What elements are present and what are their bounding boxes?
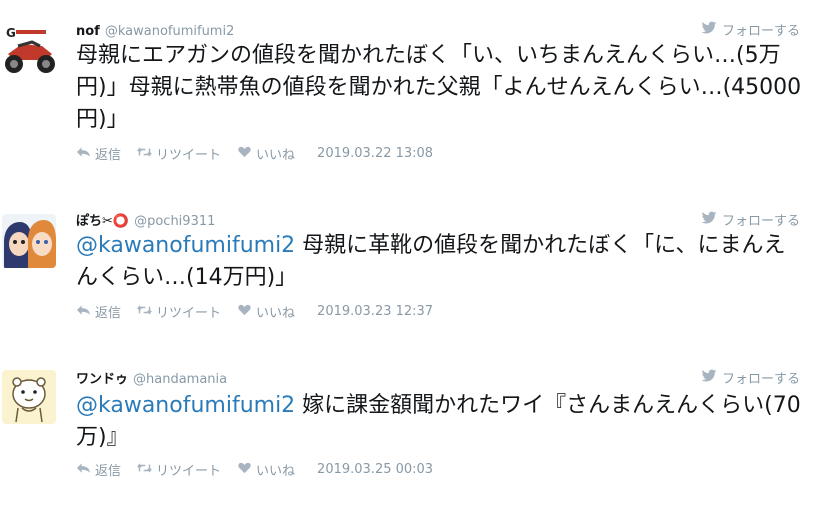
retweet-icon — [137, 462, 152, 478]
retweet-label: リツイート — [156, 464, 222, 479]
tweet-text: 母親にエアガンの値段を聞かれたぼく「い、いちまんえんくらい…(5万円)」母親に熱… — [76, 43, 802, 132]
timestamp[interactable]: 2019.03.23 12:37 — [317, 304, 433, 319]
retweet-label: リツイート — [156, 148, 222, 163]
heart-icon — [237, 462, 252, 478]
follow-label: フォローする — [721, 372, 800, 387]
tweet-header: ワンドゥ @handamania — [76, 368, 227, 387]
follow-label: フォローする — [721, 24, 800, 39]
reply-icon — [76, 304, 91, 320]
tweet-text: @kawanofumifumi2 嫁に課金額聞かれたワイ『さんまんえんくらい(7… — [76, 390, 806, 454]
like-label: いいね — [256, 148, 296, 163]
like-label: いいね — [256, 306, 296, 321]
retweet-icon — [137, 304, 152, 320]
reply-button[interactable]: 返信 — [76, 144, 121, 163]
reply-button[interactable]: 返信 — [76, 460, 121, 479]
follow-button[interactable]: フォローする — [701, 20, 800, 39]
display-name[interactable]: nof — [76, 24, 100, 39]
bird-icon — [701, 211, 717, 229]
tweet-header: ぽち✂⭕ @pochi9311 — [76, 210, 215, 229]
bird-icon — [701, 21, 717, 39]
like-button[interactable]: いいね — [237, 302, 295, 321]
retweet-button[interactable]: リツイート — [137, 302, 221, 321]
timestamp[interactable]: 2019.03.25 00:03 — [317, 462, 433, 477]
reply-button[interactable]: 返信 — [76, 302, 121, 321]
reply-label: 返信 — [95, 306, 122, 321]
heart-icon — [237, 304, 252, 320]
username[interactable]: @pochi9311 — [134, 214, 215, 229]
retweet-label: リツイート — [156, 306, 222, 321]
mention-link[interactable]: @kawanofumifumi2 — [76, 233, 295, 258]
like-button[interactable]: いいね — [237, 144, 295, 163]
retweet-button[interactable]: リツイート — [137, 460, 221, 479]
reply-icon — [76, 146, 91, 162]
display-name[interactable]: ぽち✂⭕ — [76, 214, 129, 229]
retweet-button[interactable]: リツイート — [137, 144, 221, 163]
tweet-actions: 返信 リツイート いいね 2019.03.22 13:08 — [76, 144, 433, 163]
follow-label: フォローする — [721, 214, 800, 229]
username[interactable]: @kawanofumifumi2 — [105, 24, 235, 39]
display-name[interactable]: ワンドゥ — [76, 372, 128, 387]
reply-label: 返信 — [95, 148, 122, 163]
avatar[interactable] — [2, 214, 56, 268]
bird-icon — [701, 369, 717, 387]
heart-icon — [237, 146, 252, 162]
tweet-header: nof @kawanofumifumi2 — [76, 20, 234, 39]
reply-label: 返信 — [95, 464, 122, 479]
tweet-actions: 返信 リツイート いいね 2019.03.25 00:03 — [76, 460, 433, 479]
timestamp[interactable]: 2019.03.22 13:08 — [317, 146, 433, 161]
svg-text:G: G — [6, 26, 16, 40]
username[interactable]: @handamania — [133, 372, 227, 387]
follow-button[interactable]: フォローする — [701, 210, 800, 229]
retweet-icon — [137, 146, 152, 162]
like-label: いいね — [256, 464, 296, 479]
like-button[interactable]: いいね — [237, 460, 295, 479]
tweet-actions: 返信 リツイート いいね 2019.03.23 12:37 — [76, 302, 433, 321]
mention-link[interactable]: @kawanofumifumi2 — [76, 393, 295, 418]
avatar[interactable] — [2, 370, 56, 424]
tweet-text: @kawanofumifumi2 母親に革靴の値段を聞かれたぼく「に、にまんえん… — [76, 230, 806, 294]
follow-button[interactable]: フォローする — [701, 368, 800, 387]
reply-icon — [76, 462, 91, 478]
avatar[interactable]: G — [2, 24, 56, 78]
